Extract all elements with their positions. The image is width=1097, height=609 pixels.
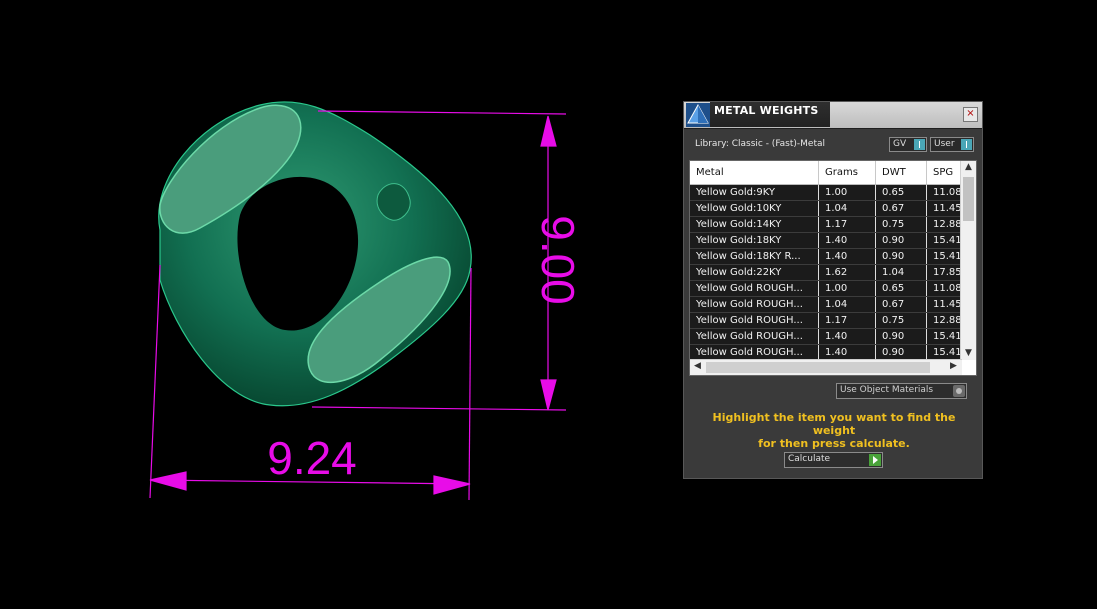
toggle-switch-icon: [914, 139, 925, 150]
gv-toggle-label: GV: [893, 139, 907, 149]
panel-titlebar[interactable]: METAL WEIGHTS ×: [684, 102, 982, 129]
cell-metal: Yellow Gold ROUGH...: [690, 313, 819, 328]
table-row[interactable]: Yellow Gold:9KY 1.00 0.65 11.08: [690, 185, 962, 201]
cell-metal: Yellow Gold:22KY: [690, 265, 819, 280]
cell-metal: Yellow Gold:18KY R...: [690, 249, 819, 264]
cell-dwt: 0.75: [876, 313, 927, 328]
dimension-label-width: 9.24: [267, 432, 357, 484]
cell-dwt: 1.04: [876, 265, 927, 280]
cell-dwt: 0.65: [876, 281, 927, 296]
use-object-materials-option[interactable]: Use Object Materials: [836, 383, 967, 399]
cell-grams: 1.04: [819, 297, 876, 312]
table-header: Metal Grams DWT SPG: [690, 161, 967, 185]
cell-grams: 1.40: [819, 233, 876, 248]
cad-viewport[interactable]: 9.24 9.00: [0, 0, 660, 605]
scroll-right-icon[interactable]: ▶: [946, 361, 961, 371]
column-header-dwt[interactable]: DWT: [876, 161, 927, 184]
cell-metal: Yellow Gold ROUGH...: [690, 297, 819, 312]
cell-dwt: 0.90: [876, 329, 927, 344]
table-row[interactable]: Yellow Gold ROUGH... 1.17 0.75 12.88: [690, 313, 962, 329]
cell-metal: Yellow Gold ROUGH...: [690, 345, 819, 360]
cell-grams: 1.40: [819, 345, 876, 360]
play-arrow-icon[interactable]: [869, 454, 881, 466]
cell-grams: 1.00: [819, 185, 876, 200]
metal-weights-panel: METAL WEIGHTS × Library: Classic - (Fast…: [683, 101, 983, 479]
scroll-down-icon[interactable]: ▼: [961, 348, 976, 358]
instruction-line-1: Highlight the item you want to find the …: [712, 411, 956, 437]
table-row[interactable]: Yellow Gold ROUGH... 1.00 0.65 11.08: [690, 281, 962, 297]
close-icon[interactable]: ×: [963, 107, 978, 122]
cell-dwt: 0.67: [876, 297, 927, 312]
library-label: Library: Classic - (Fast)-Metal: [695, 139, 826, 149]
radio-icon[interactable]: [953, 385, 965, 397]
toggle-switch-icon: [961, 139, 972, 150]
cell-grams: 1.62: [819, 265, 876, 280]
vertical-scrollbar[interactable]: ▲ ▼: [960, 161, 976, 360]
pyramid-logo-icon: [686, 103, 710, 127]
cell-grams: 1.40: [819, 329, 876, 344]
cell-dwt: 0.65: [876, 185, 927, 200]
vertical-scroll-thumb[interactable]: [963, 177, 974, 221]
cell-dwt: 0.90: [876, 249, 927, 264]
user-toggle[interactable]: User: [930, 137, 974, 152]
gv-toggle[interactable]: GV: [889, 137, 927, 152]
panel-title: METAL WEIGHTS: [714, 104, 819, 117]
table-row[interactable]: Yellow Gold:18KY 1.40 0.90 15.41: [690, 233, 962, 249]
column-header-grams[interactable]: Grams: [819, 161, 876, 184]
dimension-label-height: 9.00: [532, 215, 584, 305]
cell-grams: 1.04: [819, 201, 876, 216]
metal-table: Metal Grams DWT SPG Yellow Gold:9KY 1.00…: [689, 160, 977, 376]
scroll-up-icon[interactable]: ▲: [961, 162, 976, 172]
use-object-materials-label: Use Object Materials: [840, 385, 934, 395]
instruction-line-2: for then press calculate.: [758, 437, 910, 450]
cell-metal: Yellow Gold ROUGH...: [690, 329, 819, 344]
table-row[interactable]: Yellow Gold:18KY R... 1.40 0.90 15.41: [690, 249, 962, 265]
cell-dwt: 0.67: [876, 201, 927, 216]
chain-link-model: [158, 101, 472, 407]
cell-metal: Yellow Gold:18KY: [690, 233, 819, 248]
table-row[interactable]: Yellow Gold ROUGH... 1.04 0.67 11.45: [690, 297, 962, 313]
table-body: Yellow Gold:9KY 1.00 0.65 11.08 Yellow G…: [690, 185, 962, 361]
user-toggle-label: User: [934, 139, 955, 149]
cell-grams: 1.17: [819, 217, 876, 232]
table-row[interactable]: Yellow Gold:10KY 1.04 0.67 11.45: [690, 201, 962, 217]
model-render: 9.24 9.00: [149, 101, 584, 501]
horizontal-scroll-thumb[interactable]: [706, 362, 930, 373]
table-row[interactable]: Yellow Gold:22KY 1.62 1.04 17.85: [690, 265, 962, 281]
cell-dwt: 0.90: [876, 233, 927, 248]
cell-metal: Yellow Gold:9KY: [690, 185, 819, 200]
cell-metal: Yellow Gold ROUGH...: [690, 281, 819, 296]
column-header-metal[interactable]: Metal: [690, 161, 819, 184]
cell-dwt: 0.90: [876, 345, 927, 360]
cell-metal: Yellow Gold:10KY: [690, 201, 819, 216]
cell-grams: 1.17: [819, 313, 876, 328]
cell-grams: 1.40: [819, 249, 876, 264]
scroll-left-icon[interactable]: ◀: [690, 361, 705, 371]
instruction-text: Highlight the item you want to find the …: [694, 411, 974, 450]
calculate-label: Calculate: [788, 454, 831, 464]
cell-dwt: 0.75: [876, 217, 927, 232]
table-row[interactable]: Yellow Gold:14KY 1.17 0.75 12.88: [690, 217, 962, 233]
calculate-button[interactable]: Calculate: [784, 452, 883, 468]
table-row[interactable]: Yellow Gold ROUGH... 1.40 0.90 15.41: [690, 329, 962, 345]
cell-metal: Yellow Gold:14KY: [690, 217, 819, 232]
cell-grams: 1.00: [819, 281, 876, 296]
horizontal-scrollbar[interactable]: ◀ ▶: [690, 359, 962, 375]
